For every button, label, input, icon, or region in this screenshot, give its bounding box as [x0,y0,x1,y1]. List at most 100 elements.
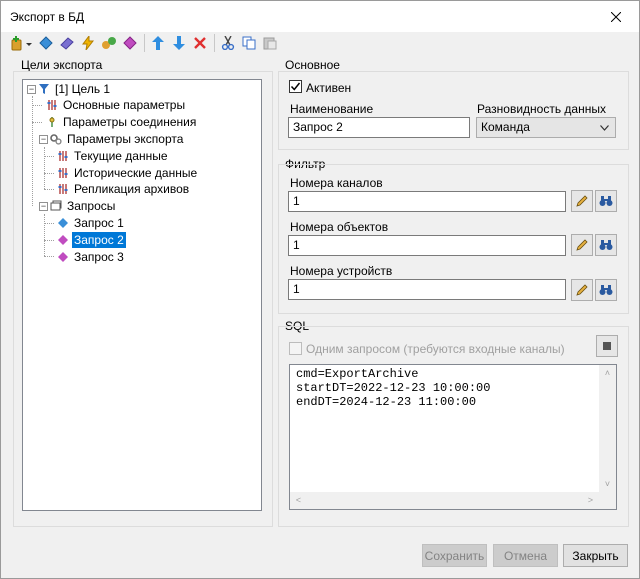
sql-line-3: endDT=2024-12-23 11:00:00 [296,395,477,409]
params-icon [57,167,69,179]
single-query-label: Одним запросом (требуются входные каналы… [306,342,565,356]
toolbar [1,32,639,54]
tree-line [44,173,54,174]
query-blue-icon [57,217,69,229]
tree-line [44,147,45,189]
find-channels-button[interactable] [595,190,617,212]
vertical-scrollbar[interactable]: ˄ ˅ [599,365,616,493]
tree-node-export-params[interactable]: − Параметры экспорта [39,131,185,147]
add-param-icon [39,36,53,50]
name-label: Наименование [290,102,374,116]
tree-node-query-2[interactable]: Запрос 2 [57,232,126,248]
move-up-button[interactable] [148,33,168,53]
add-dropdown-button[interactable] [9,33,35,53]
tree-line [44,256,54,257]
scroll-left-icon[interactable]: < [290,492,307,509]
find-objects-button[interactable] [595,234,617,256]
copy-button[interactable] [239,33,259,53]
tree-line [44,189,54,190]
active-checkbox[interactable] [289,80,302,93]
channels-label: Номера каналов [290,176,383,190]
add-query-icon [123,36,137,50]
tree-node-query-3[interactable]: Запрос 3 [57,249,126,265]
query-purple-icon [57,251,69,263]
sql-editor[interactable]: cmd=ExportArchive startDT=2022-12-23 10:… [289,364,617,510]
sql-line-2: startDT=2022-12-23 10:00:00 [296,381,491,395]
devices-label: Номера устройств [290,264,393,278]
tree-node-historical-data[interactable]: Исторические данные [57,165,199,181]
cancel-button[interactable]: Отмена [493,544,558,567]
add-query-button[interactable] [120,33,140,53]
tree-line [44,240,54,241]
devices-input[interactable]: 1 [288,279,566,300]
tree-line [44,223,54,224]
horizontal-scrollbar[interactable]: < > [290,492,599,509]
tree-node-query-1[interactable]: Запрос 1 [57,215,126,231]
pencil-icon [576,284,588,296]
move-down-icon [173,36,185,50]
edit-objects-button[interactable] [571,234,593,256]
pencil-icon [576,239,588,251]
tree-node-main-params[interactable]: Основные параметры [46,97,187,113]
copy-icon [242,36,256,50]
chevron-down-icon [600,121,609,134]
close-button[interactable]: Закрыть [563,544,628,567]
delete-icon [194,37,206,49]
window-title: Экспорт в БД [10,10,85,24]
objects-input[interactable]: 1 [288,235,566,256]
tree-node-target-1[interactable]: − [1] Цель 1 [27,81,112,97]
data-kind-label: Разновидность данных [477,102,606,116]
edit-devices-button[interactable] [571,279,593,301]
query-purple-icon [57,234,69,246]
targets-tree[interactable]: − [1] Цель 1 Основные параметры Параметр… [22,79,262,511]
collapse-toggle[interactable]: − [39,134,48,144]
scroll-down-icon[interactable]: ˅ [599,476,616,493]
add-replication-icon [102,37,116,49]
add-connection-button[interactable] [57,33,77,53]
move-down-button[interactable] [169,33,189,53]
checkmark-icon [290,82,301,91]
name-input[interactable]: Запрос 2 [288,117,470,138]
queries-icon [50,200,62,212]
tree-line [44,214,45,256]
data-kind-select[interactable]: Команда [476,117,616,138]
tree-node-archive-replication[interactable]: Репликация архивов [57,181,191,197]
add-export-button[interactable] [78,33,98,53]
collapse-toggle[interactable]: − [39,201,48,211]
tree-line [32,105,42,106]
dialog-window: Экспорт в БД Цели экспорта − [1] Цель 1 … [0,0,640,579]
params-icon [57,150,69,162]
paste-button[interactable] [260,33,280,53]
close-window-button[interactable] [593,1,639,32]
add-export-icon [82,36,95,50]
cut-button[interactable] [218,33,238,53]
delete-button[interactable] [190,33,210,53]
square-icon [603,342,611,350]
channels-input[interactable]: 1 [288,191,566,212]
single-query-checkbox[interactable] [289,342,302,355]
sql-line-1: cmd=ExportArchive [296,367,419,381]
tree-node-current-data[interactable]: Текущие данные [57,148,170,164]
data-kind-value: Команда [481,120,530,134]
scroll-right-icon[interactable]: > [582,492,599,509]
tree-node-queries[interactable]: − Запросы [39,198,117,214]
add-icon [11,36,32,51]
binoculars-icon [599,285,613,295]
binoculars-icon [599,240,613,250]
paste-icon [263,37,277,50]
save-button[interactable]: Сохранить [422,544,487,567]
scroll-up-icon[interactable]: ˄ [599,365,616,382]
sql-options-button[interactable] [596,335,618,357]
add-param-button[interactable] [36,33,56,53]
collapse-toggle[interactable]: − [27,84,36,94]
edit-channels-button[interactable] [571,190,593,212]
close-icon [611,11,621,22]
params-icon [57,183,69,195]
add-replication-button[interactable] [99,33,119,53]
move-up-icon [152,36,164,50]
tree-node-connection-params[interactable]: Параметры соединения [46,114,198,130]
gears-icon [50,133,62,145]
params-icon [46,99,58,111]
find-devices-button[interactable] [595,279,617,301]
toolbar-separator [214,34,215,52]
